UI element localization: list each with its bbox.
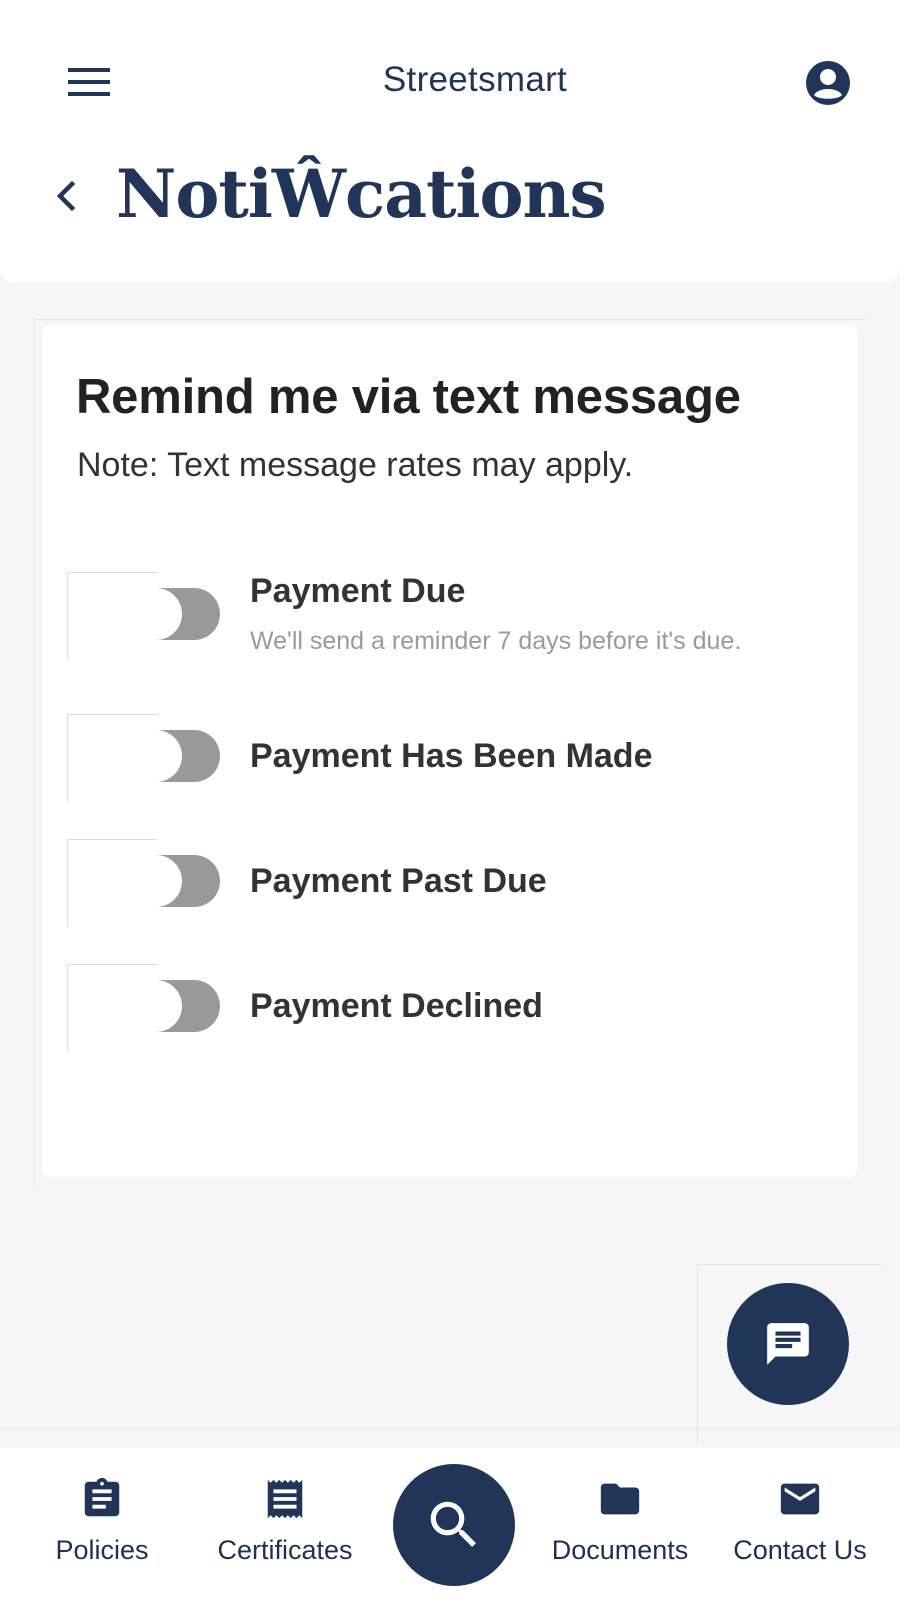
fab-outline [697,1264,698,1444]
bottom-divider [0,1428,900,1429]
account-circle-icon[interactable] [805,60,851,106]
fab-outline [697,1264,881,1265]
nav-label: Certificates [217,1535,353,1565]
clipboard-icon [84,1477,120,1517]
toggle-sublabel: We'll send a reminder 7 days before it's… [250,627,742,655]
nav-contact-us[interactable]: Contact Us [730,1448,870,1597]
payment-due-toggle[interactable] [130,588,220,640]
nav-policies[interactable]: Policies [47,1448,157,1597]
card-note: Note: Text message rates may apply. [77,446,634,484]
app-title: Streetsmart [382,60,568,99]
search-icon [430,1501,476,1547]
toggle-knob [130,730,182,782]
receipt-icon [267,1479,303,1519]
nav-label: Documents [551,1535,689,1565]
toggle-knob [130,980,182,1032]
menu-icon[interactable] [68,66,110,98]
card-outline [34,319,35,1185]
mail-icon [780,1483,820,1515]
search-button[interactable] [393,1464,515,1586]
toggle-knob [130,588,182,640]
text-reminders-card: Remind me via text message Note: Text me… [42,325,858,1177]
toggle-label: Payment Declined [250,987,543,1025]
toggle-label: Payment Past Due [250,862,547,900]
toggle-knob [130,855,182,907]
folder-icon [600,1483,640,1515]
nav-label: Policies [55,1535,149,1565]
page-title: NotiŴcations [116,155,607,233]
chevron-left-icon[interactable] [52,176,82,216]
card-title: Remind me via text message [76,370,741,424]
toggle-label: Payment Due [250,572,466,610]
nav-certificates[interactable]: Certificates [210,1448,360,1597]
payment-made-toggle[interactable] [130,730,220,782]
card-outline [34,319,865,320]
app-header: Streetsmart NotiŴcations [0,0,900,282]
nav-label: Contact Us [733,1535,867,1565]
payment-past-due-toggle[interactable] [130,855,220,907]
toggle-label: Payment Has Been Made [250,737,653,775]
chat-icon [767,1323,809,1365]
chat-button[interactable] [727,1283,849,1405]
payment-declined-toggle[interactable] [130,980,220,1032]
nav-documents[interactable]: Documents [550,1448,690,1597]
